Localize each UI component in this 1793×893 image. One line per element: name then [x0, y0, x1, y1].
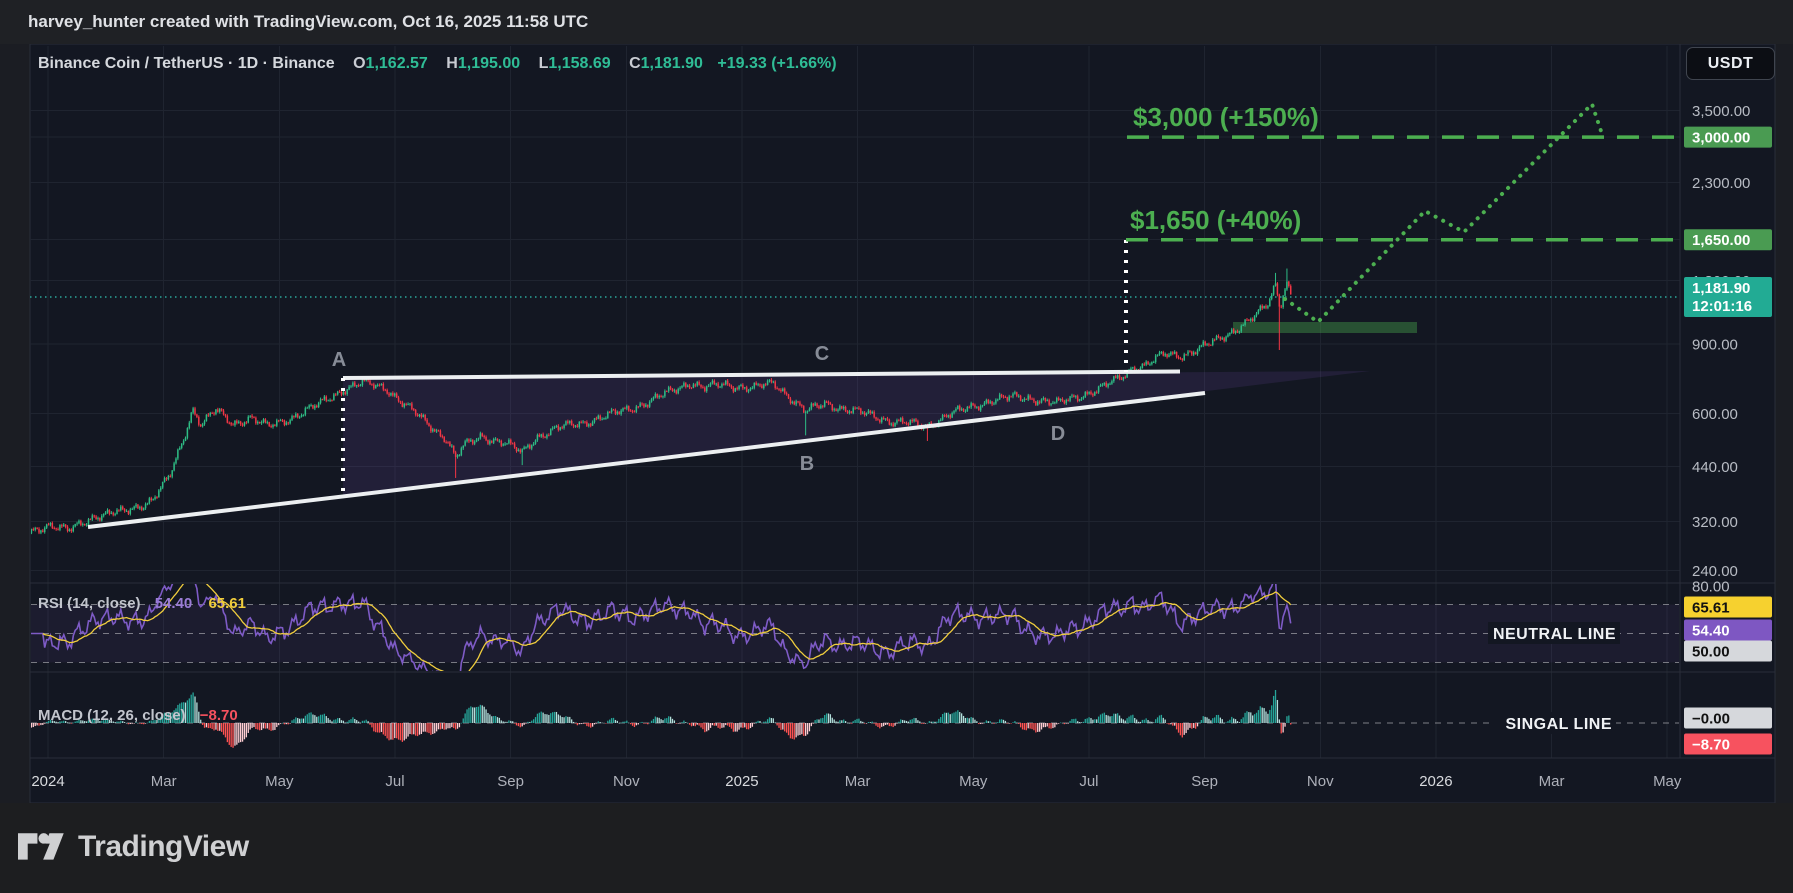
time-tick-may: May — [1653, 773, 1682, 790]
change-value: +19.33 (+1.66%) — [717, 55, 836, 72]
price-label: 900.00 — [1692, 336, 1738, 353]
time-tick-2025: 2025 — [725, 773, 758, 790]
pattern-label-c: C — [815, 343, 829, 365]
close-label: C — [629, 55, 641, 72]
open-label: O — [353, 55, 365, 72]
footer-bar — [0, 803, 1793, 893]
tradingview-wordmark: TradingView — [78, 830, 249, 864]
rsi-ma-value: 65.61 — [208, 595, 246, 612]
target-3000-label[interactable]: $3,000 (+150%) — [1133, 102, 1319, 132]
symbol-legend[interactable]: Binance Coin / TetherUS · 1D · Binance O… — [38, 55, 837, 77]
rsi-value: 54.40 — [155, 595, 193, 612]
price-label: 320.00 — [1692, 514, 1738, 531]
time-tick-jul: Jul — [385, 773, 404, 790]
time-axis-labels: 2024 Mar May Jul Sep Nov 2025 Mar May Jul Sep Nov 20… — [31, 773, 1682, 790]
tradingview-logo[interactable]: TradingView — [18, 830, 249, 864]
currency-toggle-button[interactable]: USDT — [1686, 47, 1775, 80]
time-tick-mar: Mar — [151, 773, 177, 790]
low-label: L — [539, 55, 549, 72]
signal-line-label: SINGAL LINE — [1505, 716, 1612, 733]
attribution-bar: harvey_hunter created with TradingView.c… — [0, 0, 1793, 44]
target-1650-label[interactable]: $1,650 (+40%) — [1130, 205, 1301, 235]
svg-text:80.00: 80.00 — [1692, 579, 1730, 596]
svg-text:50.00: 50.00 — [1692, 644, 1730, 661]
price-label: 440.00 — [1692, 459, 1738, 476]
svg-text:12:01:16: 12:01:16 — [1692, 298, 1752, 315]
rsi-title: RSI (14, close) — [38, 595, 141, 612]
svg-text:−0.00: −0.00 — [1692, 711, 1730, 728]
time-tick-nov: Nov — [1307, 773, 1334, 790]
pattern-label-b: B — [800, 453, 814, 475]
svg-text:1,650.00: 1,650.00 — [1692, 232, 1750, 249]
price-label: 2,300.00 — [1692, 175, 1750, 192]
time-tick-2024: 2024 — [31, 773, 64, 790]
price-label: 3,500.00 — [1692, 103, 1750, 120]
time-tick-may: May — [959, 773, 988, 790]
chart-canvas[interactable]: A B C D $3,000 (+150%) $1,650 (+40%) NEU… — [0, 0, 1793, 893]
svg-text:1,181.90: 1,181.90 — [1692, 280, 1750, 297]
svg-text:−8.70: −8.70 — [1692, 737, 1730, 754]
time-tick-2026: 2026 — [1419, 773, 1452, 790]
support-zone-bar[interactable] — [1233, 322, 1417, 333]
svg-text:3,000.00: 3,000.00 — [1692, 130, 1750, 147]
pattern-label-a: A — [332, 349, 346, 371]
time-tick-jul: Jul — [1079, 773, 1098, 790]
time-tick-sep: Sep — [497, 773, 524, 790]
pattern-label-d: D — [1051, 423, 1065, 445]
macd-status-line[interactable]: MACD (12, 26, close) −8.70 — [38, 707, 238, 724]
time-tick-may: May — [265, 773, 294, 790]
high-label: H — [446, 55, 458, 72]
price-label: 600.00 — [1692, 406, 1738, 423]
macd-value: −8.70 — [200, 707, 238, 724]
time-tick-mar: Mar — [1539, 773, 1565, 790]
time-tick-nov: Nov — [613, 773, 640, 790]
attribution-text: harvey_hunter created with TradingView.c… — [28, 12, 588, 31]
svg-text:54.40: 54.40 — [1692, 623, 1730, 640]
tradingview-logo-icon — [18, 833, 66, 861]
open-value: 1,162.57 — [366, 55, 428, 72]
time-tick-mar: Mar — [845, 773, 871, 790]
time-tick-sep: Sep — [1191, 773, 1218, 790]
low-value: 1,158.69 — [548, 55, 610, 72]
neutral-line-label: NEUTRAL LINE — [1493, 626, 1616, 643]
macd-title: MACD (12, 26, close) — [38, 707, 186, 724]
svg-text:65.61: 65.61 — [1692, 600, 1730, 617]
symbol-title[interactable]: Binance Coin / TetherUS · 1D · Binance — [38, 55, 335, 72]
high-value: 1,195.00 — [458, 55, 520, 72]
close-value: 1,181.90 — [641, 55, 703, 72]
rsi-status-line[interactable]: RSI (14, close) 54.40 65.61 — [38, 595, 246, 612]
